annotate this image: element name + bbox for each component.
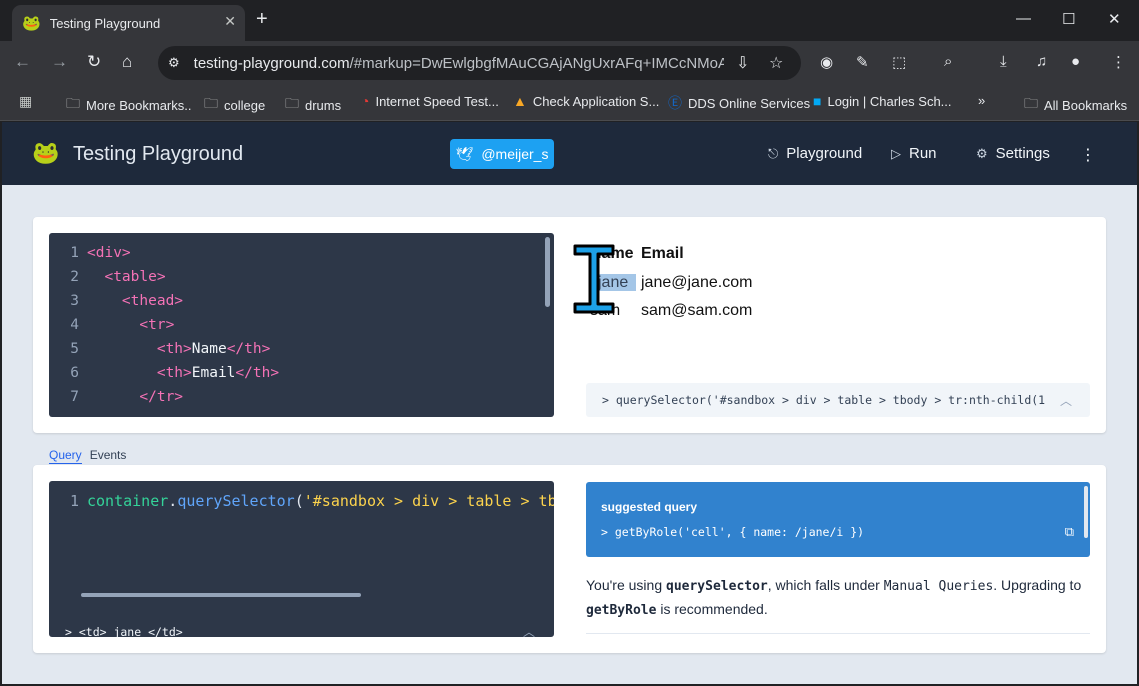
query-tabs: Query Events bbox=[49, 448, 126, 464]
bookmark-speed-test[interactable]: ◔ Internet Speed Test... bbox=[361, 93, 499, 109]
code-line[interactable]: 5 <th>Name</th> bbox=[49, 337, 554, 361]
app-header: 🐸 Testing Playground 🕊 @meijer_s ⎋ Playg… bbox=[2, 122, 1137, 185]
editor-horizontal-scrollbar[interactable] bbox=[81, 593, 361, 597]
suggested-query-code[interactable]: > getByRole('cell', { name: /jane/i }) bbox=[601, 525, 864, 539]
bookmark-college[interactable]: 🗀 college bbox=[204, 93, 265, 117]
browser-toolbar: ← → ↻ ⌂ ⚙ testing-playground.com/#markup… bbox=[0, 41, 1139, 85]
playground-icon: ⎋ bbox=[768, 145, 779, 161]
app-title[interactable]: Testing Playground bbox=[73, 143, 243, 166]
site-info-icon[interactable]: ⚙ bbox=[168, 55, 180, 71]
minimize-icon[interactable]: — bbox=[1016, 10, 1031, 27]
folder-icon: 🗀 bbox=[66, 95, 80, 111]
install-app-icon[interactable]: ⇩ bbox=[736, 53, 749, 73]
frog-favicon-icon: 🐸 bbox=[22, 15, 41, 32]
more-menu-icon[interactable]: ⋮ bbox=[1080, 145, 1096, 165]
text-cursor-icon bbox=[573, 244, 615, 314]
query-editor[interactable]: 1 container.querySelector('#sandbox > div… bbox=[49, 481, 554, 637]
tab-query[interactable]: Query bbox=[49, 448, 82, 464]
cell-email[interactable]: sam@sam.com bbox=[641, 297, 752, 325]
twitter-button[interactable]: 🕊 @meijer_s bbox=[450, 139, 554, 169]
browser-menu-icon[interactable]: ⋮ bbox=[1111, 53, 1126, 71]
suggested-query-heading: suggested query bbox=[601, 500, 698, 514]
bookmark-star-icon[interactable]: ☆ bbox=[769, 53, 783, 73]
color-picker-icon[interactable]: ✎ bbox=[856, 53, 869, 71]
close-window-icon[interactable]: ✕ bbox=[1108, 10, 1121, 28]
settings-icon: ⚙ bbox=[976, 145, 988, 161]
bookmark-check-application[interactable]: ▲ Check Application S... bbox=[513, 93, 659, 109]
url-text: testing-playground.com/#markup=DwEwlgbgf… bbox=[193, 54, 724, 72]
bookmark-all-bookmarks[interactable]: 🗀 All Bookmarks bbox=[1024, 93, 1127, 117]
bookmark-more-bookmarks[interactable]: 🗀 More Bookmarks.. bbox=[66, 93, 191, 117]
folder-icon: 🗀 bbox=[1024, 95, 1038, 111]
browser-tab[interactable]: 🐸 Testing Playground ✕ bbox=[12, 5, 245, 41]
close-tab-icon[interactable]: ✕ bbox=[224, 13, 236, 30]
folder-icon: 🗀 bbox=[204, 95, 218, 111]
apps-grid-icon[interactable]: ▦ bbox=[19, 93, 32, 110]
code-line[interactable]: 3 <thead> bbox=[49, 289, 554, 313]
code-line[interactable]: 7 </tr> bbox=[49, 385, 554, 409]
browser-tab-bar: 🐸 Testing Playground ✕ + — ☐ ✕ bbox=[0, 0, 1139, 41]
panel-scrollbar[interactable] bbox=[1084, 486, 1088, 538]
column-header-email: Email bbox=[641, 245, 684, 262]
markup-editor[interactable]: 1 <div> 2 <table> 3 <thead> 4 <tr> 5 <th>Name… bbox=[49, 233, 554, 417]
schwab-icon: ■ bbox=[813, 93, 822, 109]
bookmark-drums[interactable]: 🗀 drums bbox=[285, 93, 341, 117]
selector-path-bar[interactable]: > querySelector('#sandbox > div > table … bbox=[586, 383, 1090, 417]
frog-logo-icon[interactable]: 🐸 bbox=[32, 140, 59, 166]
bookmarks-overflow[interactable]: » bbox=[978, 93, 985, 108]
copy-icon[interactable]: ⧉ bbox=[1065, 524, 1074, 540]
downloads-icon[interactable]: ⤓ bbox=[1000, 53, 1007, 70]
twitter-bird-icon: 🕊 bbox=[455, 145, 474, 162]
avatar[interactable]: ● bbox=[1071, 53, 1080, 70]
profile-extension-icon[interactable]: ◉ bbox=[820, 53, 833, 71]
suggested-query-panel: suggested query > getByRole('cell', { na… bbox=[586, 482, 1090, 557]
bookmark-dds[interactable]: Ⓔ DDS Online Services bbox=[668, 93, 810, 113]
divider bbox=[586, 633, 1090, 634]
code-line[interactable]: 6 <th>Email</th> bbox=[49, 361, 554, 385]
chevron-up-icon[interactable]: ︿ bbox=[1060, 392, 1072, 409]
media-control-icon[interactable]: ♫ bbox=[1036, 53, 1047, 70]
query-result: > <td> jane </td> bbox=[65, 625, 183, 637]
nav-playground[interactable]: ⎋ Playground bbox=[768, 145, 862, 162]
chevron-up-icon[interactable]: ︿ bbox=[523, 623, 535, 637]
editor-scrollbar[interactable] bbox=[545, 237, 550, 307]
nav-settings[interactable]: ⚙ Settings bbox=[976, 145, 1050, 162]
tab-events[interactable]: Events bbox=[90, 448, 127, 464]
bookmark-charles-schwab[interactable]: ■ Login | Charles Sch... bbox=[813, 93, 952, 109]
code-line[interactable]: 4 <tr> bbox=[49, 313, 554, 337]
address-bar[interactable]: ⚙ testing-playground.com/#markup=DwEwlgb… bbox=[158, 46, 801, 80]
new-tab-icon[interactable]: + bbox=[256, 8, 268, 31]
reload-icon[interactable]: ↻ bbox=[87, 52, 101, 72]
code-line[interactable]: 2 <table> bbox=[49, 265, 554, 289]
search-tabs-icon[interactable]: ⌕ bbox=[944, 53, 952, 70]
tab-title: Testing Playground bbox=[49, 15, 161, 31]
code-line[interactable]: 1 <div> bbox=[49, 241, 554, 265]
folder-icon: 🗀 bbox=[285, 95, 299, 111]
home-icon[interactable]: ⌂ bbox=[122, 52, 132, 72]
person-icon: ▲ bbox=[513, 93, 527, 109]
dds-icon: Ⓔ bbox=[668, 95, 682, 111]
back-icon[interactable]: ← bbox=[14, 52, 31, 72]
cell-email[interactable]: jane@jane.com bbox=[641, 269, 752, 297]
bookmarks-bar: ▦ 🗀 More Bookmarks.. 🗀 college 🗀 drums ◔ Int… bbox=[0, 85, 1139, 121]
query-advice: You're using querySelector, which falls … bbox=[586, 577, 1082, 618]
run-icon: ▷ bbox=[891, 145, 901, 161]
nav-run[interactable]: ▷ Run bbox=[891, 145, 937, 162]
speedometer-icon: ◔ bbox=[361, 93, 370, 109]
extensions-icon[interactable]: ⬚ bbox=[892, 53, 906, 71]
maximize-icon[interactable]: ☐ bbox=[1062, 10, 1075, 28]
forward-icon[interactable]: → bbox=[51, 52, 68, 72]
